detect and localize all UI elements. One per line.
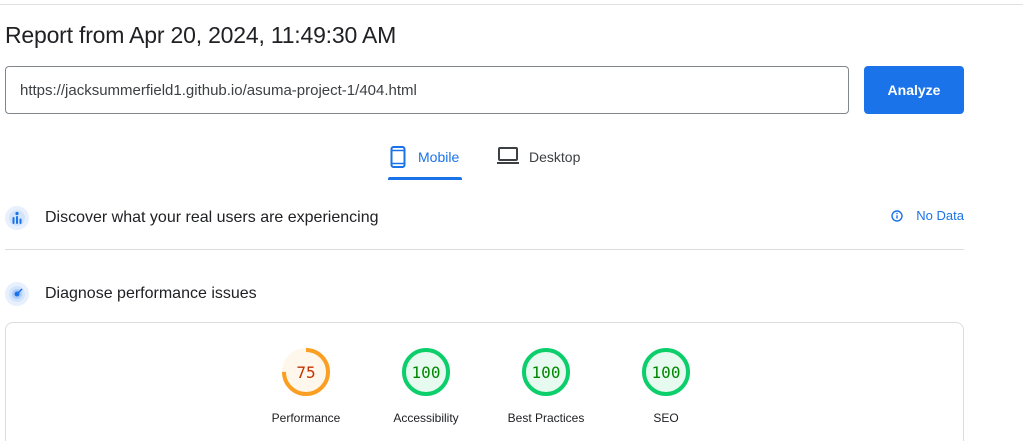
laptop-icon	[497, 147, 519, 164]
gauge-ring: 100	[521, 347, 571, 397]
gauge-accessibility[interactable]: 100 Accessibility	[366, 347, 486, 425]
score-label: Performance	[271, 411, 341, 425]
pagespeed-report: Report from Apr 20, 2024, 11:49:30 AM An…	[0, 0, 1023, 441]
gauge-seo[interactable]: 100 SEO	[606, 347, 726, 425]
score-value: 75	[296, 362, 316, 382]
tab-desktop-label: Desktop	[529, 149, 581, 165]
scores-card: 75 Performance 100 Accessibility 100 Bes…	[5, 322, 964, 441]
score-label: SEO	[653, 411, 679, 425]
gauge-ring: 100	[641, 347, 691, 397]
score-value: 100	[531, 362, 561, 382]
real-users-icon	[5, 206, 29, 230]
page-title: Report from Apr 20, 2024, 11:49:30 AM	[5, 22, 397, 48]
gauge-best-practices[interactable]: 100 Best Practices	[486, 347, 606, 425]
analyze-button[interactable]: Analyze	[864, 66, 964, 114]
diagnose-section: Diagnose performance issues	[5, 279, 964, 309]
no-data-status[interactable]: No Data	[891, 208, 964, 223]
no-data-label: No Data	[916, 208, 964, 223]
tab-mobile[interactable]: Mobile	[388, 142, 462, 180]
gauge-ring: 100	[401, 347, 451, 397]
url-input[interactable]	[5, 66, 849, 114]
top-divider	[0, 4, 1023, 5]
tab-desktop[interactable]: Desktop	[497, 142, 580, 180]
tab-mobile-label: Mobile	[418, 149, 460, 165]
section-divider	[5, 249, 964, 250]
gauge-ring: 75	[281, 347, 331, 397]
gauge-performance[interactable]: 75 Performance	[246, 347, 366, 425]
score-label: Accessibility	[393, 411, 459, 425]
score-value: 100	[651, 362, 681, 382]
real-users-section: Discover what your real users are experi…	[5, 203, 964, 233]
info-icon	[891, 209, 903, 222]
diagnose-heading: Diagnose performance issues	[45, 285, 257, 302]
score-label: Best Practices	[507, 411, 585, 425]
smartphone-icon	[390, 146, 406, 168]
score-value: 100	[411, 362, 441, 382]
diagnose-icon	[5, 282, 29, 306]
real-users-heading: Discover what your real users are experi…	[45, 209, 379, 226]
